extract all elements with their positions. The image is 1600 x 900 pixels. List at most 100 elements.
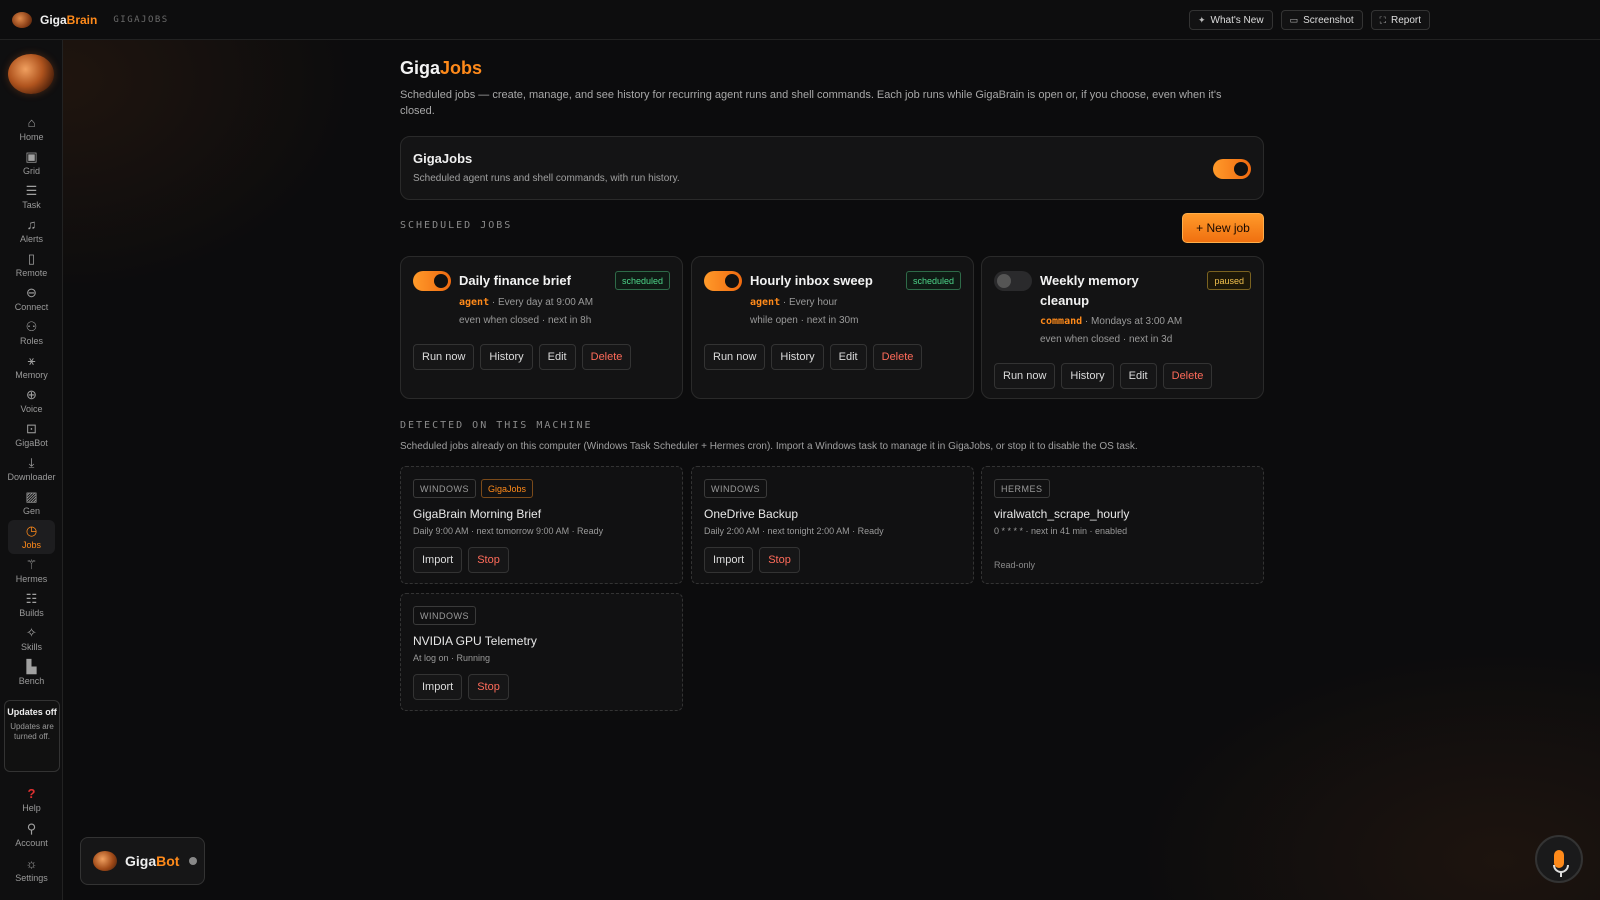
microphone-stem (1560, 872, 1562, 877)
read-only-label: Read-only (994, 560, 1036, 570)
job-card: Hourly inbox sweep scheduled agent · Every… (691, 256, 974, 399)
sidebar-item-alerts[interactable]: ♫ Alerts (0, 214, 63, 248)
sidebar-item-skills[interactable]: ✧ Skills (0, 622, 63, 656)
sidebar-item-label: Task (22, 200, 41, 210)
detected-job-meta: At log on · Running (413, 653, 491, 663)
edit-button[interactable]: Edit (1119, 363, 1157, 389)
sidebar-item-label: Skills (20, 642, 42, 652)
sidebar-item-builds[interactable]: ☷ Builds (0, 588, 63, 622)
job-enabled-toggle[interactable] (413, 271, 451, 291)
sidebar-item-remote[interactable]: ▯ Remote (0, 248, 63, 282)
delete-button[interactable]: Delete (872, 344, 923, 370)
updates-status[interactable]: Updates off Updates are turned off. (4, 700, 60, 772)
sidebar-item-connect[interactable]: ⊖ Connect (0, 282, 63, 316)
detected-job-meta: Daily 2:00 AM · next tonight 2:00 AM · R… (704, 526, 884, 536)
report-icon: ⛶ (1379, 14, 1386, 25)
screenshot-button[interactable]: ▭ Screenshot (1280, 10, 1363, 30)
import-button[interactable]: Import (413, 674, 463, 700)
brand[interactable]: GigaBrain (12, 11, 97, 28)
whats-new-button[interactable]: ✦ What's New (1188, 10, 1273, 30)
detected-job-name: GigaBrain Morning Brief (413, 507, 542, 521)
top-actions: ✦ What's New ▭ Screenshot ⛶ Report (1188, 10, 1430, 30)
sidebar-nav: ⌂ Home ▣ Grid ☰ Task ♫ Alerts ▯ Remote ⊖ Connect ⚇ Ro… (0, 112, 63, 690)
grid-icon: ▣ (25, 149, 38, 164)
sidebar-item-roles[interactable]: ⚇ Roles (0, 316, 63, 350)
source-tag: WINDOWS (413, 479, 476, 498)
detected-job-name: OneDrive Backup (704, 507, 799, 521)
sidebar-item-label: Roles (19, 336, 43, 346)
gigabot-name: GigaBot (125, 853, 180, 869)
new-job-button[interactable]: + New job (1182, 213, 1264, 243)
delete-button[interactable]: Delete (581, 344, 632, 370)
sidebar-item-jobs[interactable]: ◷ Jobs (8, 520, 55, 554)
help-icon: ? (27, 785, 36, 801)
history-button[interactable]: History (480, 344, 533, 370)
sidebar-item-bench[interactable]: ▙ Bench (0, 656, 63, 690)
sidebar-item-gigabot[interactable]: ⊡ GigaBot (0, 418, 63, 452)
source-tag: WINDOWS (704, 479, 767, 498)
sidebar-item-hermes[interactable]: ⚚ Hermes (0, 554, 63, 588)
top-bar: GigaBrain GIGAJOBS ✦ What's New ▭ Screensh… (0, 0, 1600, 40)
job-schedule: command · Mondays at 3:00 AM (1040, 313, 1182, 331)
edit-button[interactable]: Edit (538, 344, 576, 370)
microphone-button[interactable] (1535, 835, 1583, 883)
sparkle-icon: ✦ (1197, 14, 1206, 25)
separator: · (489, 297, 498, 308)
status-badge: paused (1207, 271, 1251, 290)
download-icon: ⤓ (28, 455, 35, 470)
sidebar-item-voice[interactable]: ⊕ Voice (0, 384, 63, 418)
sidebar-item-home[interactable]: ⌂ Home (0, 112, 63, 146)
link-icon: ⊖ (26, 285, 37, 300)
gigajobs-master-card: GigaJobs Scheduled agent runs and shell … (400, 136, 1264, 200)
history-button[interactable]: History (771, 344, 824, 370)
sidebar-item-label: Jobs (21, 540, 41, 550)
sidebar-item-label: Connect (14, 302, 49, 312)
job-schedule: agent · Every hour (750, 294, 837, 312)
stop-button[interactable]: Stop (468, 674, 509, 700)
stop-button[interactable]: Stop (468, 547, 509, 573)
brain-logo-icon (12, 11, 32, 28)
sidebar-item-help[interactable]: ? Help (0, 782, 63, 817)
delete-button[interactable]: Delete (1162, 363, 1213, 389)
detected-job-actions: Import Stop (413, 547, 509, 573)
edit-button[interactable]: Edit (829, 344, 867, 370)
detected-job-card: HERMES viralwatch_scrape_hourly 0 * * * * … (981, 466, 1264, 584)
run-now-button[interactable]: Run now (704, 344, 766, 370)
job-enabled-toggle[interactable] (704, 271, 742, 291)
sidebar-item-downloader[interactable]: ⤓ Downloader (0, 452, 63, 486)
job-enabled-toggle[interactable] (994, 271, 1032, 291)
sidebar-item-memory[interactable]: ⚹ Memory (0, 350, 63, 384)
sidebar-item-label: Builds (19, 608, 44, 618)
sidebar-item-gen[interactable]: ▨ Gen (0, 486, 63, 520)
account-icon: ⚲ (26, 820, 37, 836)
sidebar-item-account[interactable]: ⚲ Account (0, 817, 63, 852)
sidebar-item-settings[interactable]: ☼ Settings (0, 852, 63, 887)
run-now-button[interactable]: Run now (413, 344, 475, 370)
history-button[interactable]: History (1061, 363, 1114, 389)
job-actions: Run now History Edit Delete (413, 344, 632, 370)
gigajobs-master-toggle[interactable] (1213, 159, 1251, 179)
sidebar-item-label: GigaBot (15, 438, 48, 448)
sidebar-item-label: Home (19, 132, 44, 142)
phone-icon: ▯ (27, 251, 36, 266)
brain-avatar-icon[interactable] (8, 54, 54, 94)
job-schedule-text: Every hour (789, 297, 838, 308)
job-kind: agent (750, 297, 781, 308)
run-now-button[interactable]: Run now (994, 363, 1056, 389)
memory-icon: ⚹ (27, 353, 36, 368)
sidebar-item-label: Voice (20, 404, 43, 414)
import-button[interactable]: Import (413, 547, 463, 573)
import-button[interactable]: Import (704, 547, 754, 573)
stop-button[interactable]: Stop (759, 547, 800, 573)
job-schedule-text: Every day at 9:00 AM (498, 297, 594, 308)
detected-heading: DETECTED ON THIS MACHINE (400, 420, 593, 431)
page-description: Scheduled jobs — create, manage, and see… (400, 89, 1222, 117)
sidebar-item-task[interactable]: ☰ Task (0, 180, 63, 214)
job-name: Weekly memory cleanup (1040, 273, 1139, 308)
detected-job-meta: 0 * * * * · next in 41 min · enabled (994, 526, 1128, 536)
sidebar-item-grid[interactable]: ▣ Grid (0, 146, 63, 180)
report-button[interactable]: ⛶ Report (1370, 10, 1430, 30)
sidebar: ⌂ Home ▣ Grid ☰ Task ♫ Alerts ▯ Remote ⊖ Connect ⚇ Ro… (0, 40, 63, 900)
detected-job-card: WINDOWS OneDrive Backup Daily 2:00 AM · ne… (691, 466, 974, 584)
gigabot-launcher[interactable]: GigaBot (80, 837, 205, 885)
